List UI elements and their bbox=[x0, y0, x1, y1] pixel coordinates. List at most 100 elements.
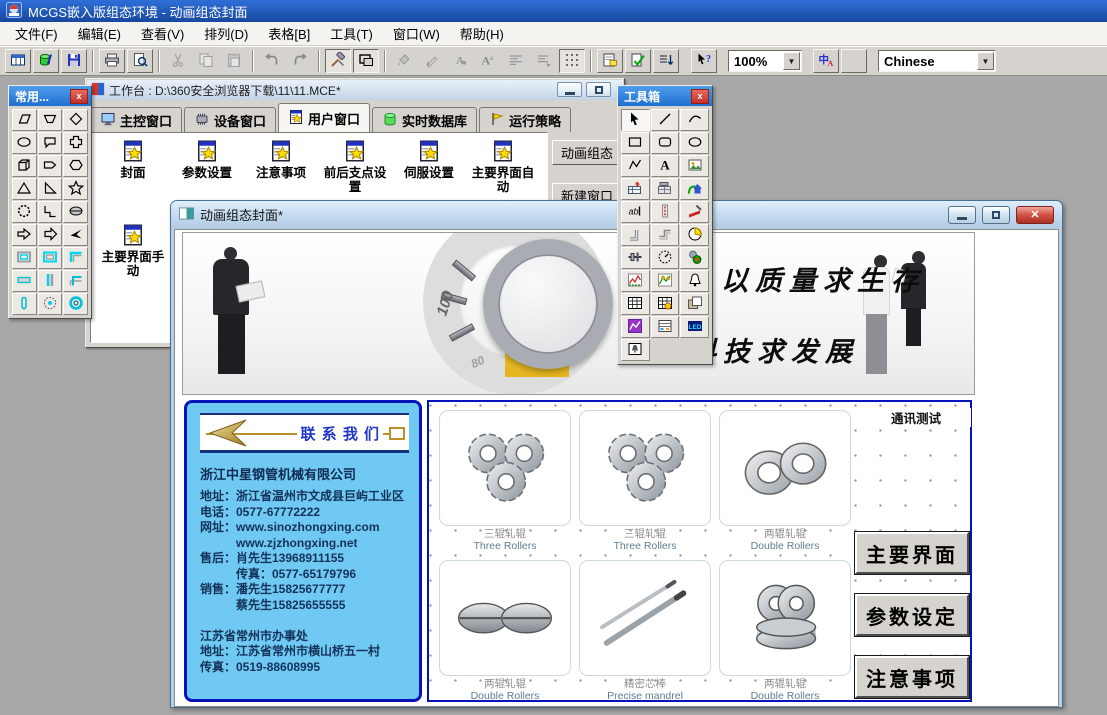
user-window-item-5[interactable]: 主要界面自动 bbox=[467, 139, 539, 194]
rotary-dial-tool[interactable] bbox=[680, 224, 709, 246]
close-icon[interactable]: x bbox=[691, 89, 709, 104]
document-minimize-button[interactable] bbox=[948, 206, 976, 224]
flag-brush-tool[interactable] bbox=[680, 201, 709, 223]
arrow-thick-tool[interactable] bbox=[38, 224, 63, 246]
speech-bubble-tool[interactable] bbox=[38, 132, 63, 154]
elbow-tube-tool[interactable] bbox=[651, 224, 680, 246]
nav-button-0[interactable]: 主要界面 bbox=[855, 532, 969, 574]
zoom-select[interactable]: 100%▼ bbox=[728, 50, 802, 72]
database-edit-button[interactable] bbox=[33, 49, 59, 73]
frame-cyan-gray-tool[interactable] bbox=[38, 247, 63, 269]
capsule-cyan-tool[interactable] bbox=[12, 293, 37, 315]
tab-0[interactable]: 主控窗口 bbox=[90, 107, 182, 132]
select-arrow-tool[interactable] bbox=[621, 109, 650, 131]
line-tool-tool[interactable] bbox=[651, 109, 680, 131]
side-button-0[interactable]: 动画组态 bbox=[552, 140, 622, 165]
valve-switch-tool[interactable] bbox=[621, 247, 650, 269]
capsule-3d-tool[interactable] bbox=[63, 201, 88, 223]
rect-tool-tool[interactable] bbox=[621, 132, 650, 154]
user-window-item-0[interactable]: 封面 bbox=[97, 139, 169, 180]
document-restore-button[interactable] bbox=[982, 206, 1010, 224]
corner-frame-tool[interactable] bbox=[63, 247, 88, 269]
chevron-down-icon[interactable]: ▼ bbox=[977, 52, 994, 70]
report-grid-tool[interactable] bbox=[651, 316, 680, 338]
cross-shape-tool[interactable] bbox=[63, 132, 88, 154]
ellipse-shape-tool[interactable] bbox=[12, 132, 37, 154]
alarm-browser-tool[interactable] bbox=[621, 339, 650, 361]
input-box-tool[interactable]: ab bbox=[621, 201, 650, 223]
alarm-bell-tool[interactable] bbox=[680, 270, 709, 292]
window-stack-tool[interactable] bbox=[680, 293, 709, 315]
bitmap-tool-tool[interactable] bbox=[680, 155, 709, 177]
polyline-tool-tool[interactable] bbox=[621, 155, 650, 177]
arc-tool-tool[interactable] bbox=[680, 109, 709, 131]
led-display-tool[interactable]: LED bbox=[680, 316, 709, 338]
chinese-font-button[interactable]: 中A bbox=[813, 49, 839, 73]
arrow-black-tool[interactable] bbox=[63, 224, 88, 246]
tab-3[interactable]: 实时数据库 bbox=[372, 107, 477, 132]
print-preview-button[interactable] bbox=[127, 49, 153, 73]
menu-item-5[interactable]: 工具(T) bbox=[321, 22, 382, 45]
tab-2[interactable]: 用户窗口 bbox=[278, 103, 370, 132]
menu-item-6[interactable]: 窗口(W) bbox=[384, 22, 449, 45]
trend-chart-tool[interactable] bbox=[621, 270, 650, 292]
user-window-item-4[interactable]: 伺服设置 bbox=[393, 139, 465, 180]
corner-lines-tool[interactable] bbox=[63, 270, 88, 292]
nav-button-2[interactable]: 注意事项 bbox=[855, 656, 969, 698]
print-button[interactable] bbox=[99, 49, 125, 73]
arrow-outline-tool[interactable] bbox=[12, 224, 37, 246]
grid-toggle-button[interactable] bbox=[559, 49, 585, 73]
step-shape-tool[interactable] bbox=[38, 201, 63, 223]
corner-tube-tool[interactable] bbox=[621, 224, 650, 246]
xy-chart-tool[interactable] bbox=[651, 270, 680, 292]
language-select[interactable]: Chinese▼ bbox=[878, 50, 996, 72]
user-window-item-6[interactable]: 主要界面手动 bbox=[97, 223, 169, 278]
syntax-check-button[interactable] bbox=[625, 49, 651, 73]
right-triangle-tool[interactable] bbox=[38, 178, 63, 200]
bar-vertical-tool[interactable] bbox=[38, 270, 63, 292]
chevron-down-icon[interactable]: ▼ bbox=[783, 52, 800, 70]
pentagon-arrow-tool[interactable] bbox=[38, 155, 63, 177]
sort-list-button[interactable] bbox=[653, 49, 679, 73]
window-home-tool[interactable] bbox=[680, 178, 709, 200]
frame-gray-cyan-tool[interactable] bbox=[12, 247, 37, 269]
ellipse-tool-tool[interactable] bbox=[680, 132, 709, 154]
bar-horizontal-tool[interactable] bbox=[12, 270, 37, 292]
history-table-tool[interactable] bbox=[651, 293, 680, 315]
diamond-tool[interactable] bbox=[63, 109, 88, 131]
blank-button[interactable] bbox=[841, 49, 867, 73]
gauge-clock-tool[interactable] bbox=[651, 247, 680, 269]
common-toggle-button[interactable] bbox=[353, 49, 379, 73]
menu-item-2[interactable]: 查看(V) bbox=[132, 22, 193, 45]
nav-button-1[interactable]: 参数设定 bbox=[855, 594, 969, 636]
workbench-minimize-button[interactable] bbox=[557, 82, 582, 97]
menu-item-3[interactable]: 排列(D) bbox=[195, 22, 257, 45]
workbench-restore-button[interactable] bbox=[586, 82, 611, 97]
menu-item-4[interactable]: 表格[B] bbox=[259, 22, 319, 45]
toolbox-toggle-button[interactable] bbox=[325, 49, 351, 73]
menu-item-7[interactable]: 帮助(H) bbox=[451, 22, 513, 45]
stock-chart-tool[interactable] bbox=[621, 316, 650, 338]
trapezoid-tool[interactable] bbox=[38, 109, 63, 131]
user-window-item-3[interactable]: 前后支点设置 bbox=[319, 139, 391, 194]
signal-lamp-tool[interactable] bbox=[680, 247, 709, 269]
parallelogram-tool[interactable] bbox=[12, 109, 37, 131]
user-window-item-2[interactable]: 注意事项 bbox=[245, 139, 317, 180]
close-icon[interactable]: x bbox=[70, 89, 88, 104]
star-shape-tool[interactable] bbox=[63, 178, 88, 200]
properties-button[interactable] bbox=[597, 49, 623, 73]
tab-4[interactable]: 运行策略 bbox=[479, 107, 571, 132]
menu-item-0[interactable]: 文件(F) bbox=[6, 22, 67, 45]
rounded-rect-tool-tool[interactable] bbox=[651, 132, 680, 154]
workbench-new-button[interactable] bbox=[5, 49, 31, 73]
context-help-button[interactable]: ? bbox=[691, 49, 717, 73]
cube-tool[interactable] bbox=[12, 155, 37, 177]
triangle-tool[interactable] bbox=[12, 178, 37, 200]
label-frame-tool[interactable] bbox=[651, 201, 680, 223]
hexagon-tool[interactable] bbox=[63, 155, 88, 177]
save-button[interactable] bbox=[61, 49, 87, 73]
document-close-button[interactable]: ✕ bbox=[1016, 206, 1054, 224]
free-table-tool[interactable] bbox=[621, 293, 650, 315]
element-lib-tool[interactable] bbox=[621, 178, 650, 200]
user-window-item-1[interactable]: 参数设置 bbox=[171, 139, 243, 180]
